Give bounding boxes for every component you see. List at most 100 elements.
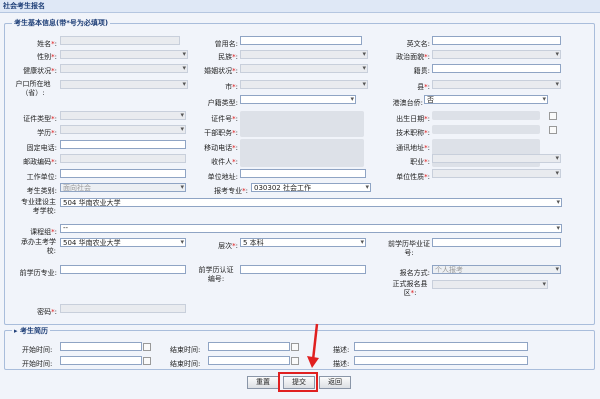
resume-desc-label-1: 描述: (333, 346, 350, 354)
employer-nature-select[interactable] (432, 169, 561, 178)
name-input[interactable] (60, 36, 180, 45)
exam-school-value: 504 华南农业大学 (63, 239, 121, 247)
id-no-input[interactable] (240, 111, 364, 137)
exam-school-label: 承办主考学校: (21, 238, 56, 255)
calendar-icon[interactable] (143, 343, 151, 351)
resume-desc-label-2: 描述: (333, 360, 350, 368)
birth-date-label: 出生日期*: (396, 115, 430, 123)
password-label: 密码*: (37, 308, 57, 316)
category-value: 面向社会 (63, 184, 91, 192)
level-value: 5 本科 (243, 239, 264, 247)
marital-select[interactable] (240, 64, 368, 73)
major-school-value: 504 华南农业大学 (63, 199, 121, 207)
prev-cert-id-label: 前学历认证编号: (198, 266, 234, 283)
category-select[interactable]: 面向社会 (60, 183, 186, 192)
native-label: 籍贯: (413, 67, 430, 75)
calendar-icon[interactable] (549, 112, 557, 120)
level-label: 层次*: (218, 242, 238, 250)
title-dropdown-icon[interactable] (549, 126, 557, 134)
occupation-select[interactable] (432, 154, 561, 163)
course-group-select[interactable]: -- (60, 224, 562, 233)
hukou-type-select[interactable] (240, 95, 356, 104)
english-name-label: 英文名: (406, 40, 430, 48)
reg-method-value: 个人报考 (435, 266, 463, 274)
reset-button[interactable]: 重置 (247, 376, 279, 389)
reg-method-select[interactable]: 个人报考 (432, 265, 561, 274)
city-select[interactable] (240, 80, 368, 89)
exam-school-select[interactable]: 504 华南农业大学 (60, 238, 186, 247)
resume-desc-input-2[interactable] (354, 356, 528, 365)
cadre-label: 干部职务*: (204, 129, 238, 137)
major-label: 报考专业*: (214, 187, 248, 195)
gender-label: 性别*: (37, 53, 57, 61)
resume-start-label-2: 开始时间: (22, 360, 53, 368)
mobile-input[interactable] (240, 139, 364, 167)
employer-label: 工作单位: (26, 173, 57, 181)
resume-start-input-2[interactable] (60, 356, 142, 365)
employer-nature-label: 单位性质*: (396, 173, 430, 181)
resume-start-label-1: 开始时间: (22, 346, 53, 354)
course-group-label: 课程组*: (30, 228, 57, 236)
employer-address-label: 单位地址: (207, 173, 238, 181)
prev-cert-input[interactable] (432, 238, 561, 247)
county-select[interactable] (432, 80, 561, 89)
ethnicity-label: 民族*: (218, 53, 238, 61)
postcode-input[interactable] (60, 154, 186, 163)
hk-macao-tw-select[interactable]: 否 (424, 95, 548, 104)
back-button[interactable]: 返回 (319, 376, 351, 389)
course-group-value: -- (63, 224, 69, 232)
annotation-arrow-icon (307, 323, 319, 368)
resume-end-label-1: 结束时间: (170, 346, 201, 354)
phone-input[interactable] (60, 140, 186, 149)
window-title: 社会考生报名 (3, 2, 45, 10)
id-type-select[interactable] (60, 111, 186, 120)
mobile-label: 移动电话*: (204, 144, 238, 152)
name-label: 姓名*: (37, 40, 57, 48)
major-school-select[interactable]: 504 华南农业大学 (60, 198, 562, 207)
native-input[interactable] (432, 64, 561, 73)
recipient-label: 收件人*: (211, 158, 238, 166)
major-value: 030302 社会工作 (254, 184, 311, 192)
health-select[interactable] (60, 64, 188, 73)
basic-info-legend: 考生基本信息(带*号为必填项) (12, 18, 111, 28)
id-type-label: 证件类型*: (23, 115, 57, 123)
password-input[interactable] (60, 304, 186, 313)
prev-major-input[interactable] (60, 265, 186, 274)
political-label: 政治面貌*: (396, 53, 430, 61)
prev-cert-label: 前学历毕业证号: (388, 240, 430, 257)
employer-address-input[interactable] (240, 169, 366, 178)
resume-end-input-1[interactable] (208, 342, 290, 351)
ethnicity-select[interactable] (240, 50, 368, 59)
calendar-icon[interactable] (291, 357, 299, 365)
employer-input[interactable] (60, 169, 186, 178)
political-select[interactable] (432, 50, 561, 59)
major-select[interactable]: 030302 社会工作 (251, 183, 371, 192)
health-label: 健康状况*: (23, 67, 57, 75)
hukou-type-label: 户籍类型: (207, 99, 238, 107)
birth-date-input[interactable] (432, 111, 540, 120)
formal-district-select[interactable] (432, 280, 548, 289)
resume-desc-input-1[interactable] (354, 342, 528, 351)
resume-end-input-2[interactable] (208, 356, 290, 365)
hukou-province-label: 户口所在地（省）: (15, 80, 51, 97)
calendar-icon[interactable] (143, 357, 151, 365)
title-label: 技术职称*: (396, 129, 430, 137)
category-label: 考生类别: (26, 187, 57, 195)
education-select[interactable] (60, 125, 186, 134)
former-name-input[interactable] (240, 36, 362, 45)
prev-cert-id-input[interactable] (240, 265, 366, 274)
title-select[interactable] (432, 125, 540, 134)
county-label: 县*: (417, 83, 430, 91)
hukou-province-select[interactable] (60, 80, 188, 89)
english-name-input[interactable] (432, 36, 561, 45)
level-select[interactable]: 5 本科 (240, 238, 366, 247)
hk-macao-tw-value: 否 (427, 96, 434, 104)
resume-legend: ▸ 考生简历 (12, 326, 50, 336)
phone-label: 固定电话: (26, 144, 57, 152)
marital-label: 婚姻状况*: (204, 67, 238, 75)
former-name-label: 曾用名: (214, 40, 238, 48)
education-label: 学历*: (37, 129, 57, 137)
gender-select[interactable] (60, 50, 188, 59)
resume-start-input-1[interactable] (60, 342, 142, 351)
calendar-icon[interactable] (291, 343, 299, 351)
